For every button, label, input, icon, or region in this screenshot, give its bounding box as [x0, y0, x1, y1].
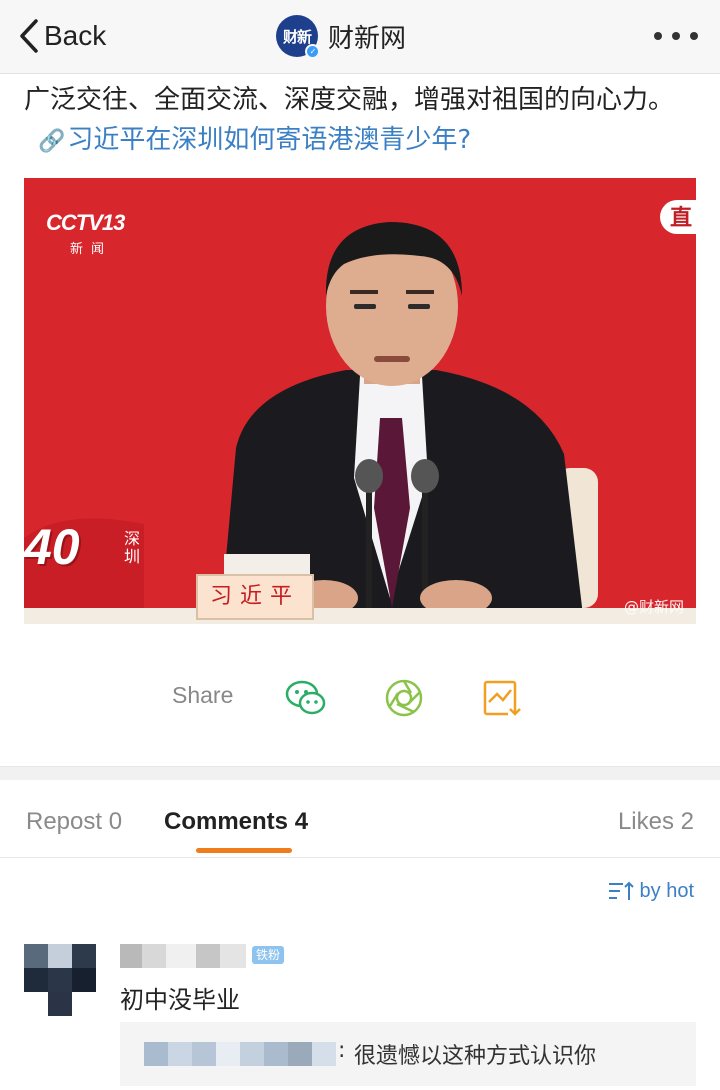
anniversary-number: 40 [24, 519, 80, 575]
navigation-bar: Back 财新 ✓ 财新网 [0, 0, 720, 74]
section-divider [0, 766, 720, 780]
tab-bar: Repost 0 Comments 4 Likes 2 [0, 780, 720, 858]
verified-icon: ✓ [305, 44, 320, 59]
brand-logo: 财新 ✓ [276, 15, 320, 59]
moments-icon[interactable] [382, 676, 426, 720]
name-plate: 习近平 [196, 574, 314, 620]
comment-reply[interactable]: : 很遗憾以这种方式认识你 [120, 1022, 696, 1086]
reply-username-redacted [144, 1042, 340, 1066]
brand-logo-text: 财新 [282, 27, 312, 46]
back-button[interactable]: Back [18, 14, 106, 58]
weibo-watermark: @财新网 [623, 598, 684, 616]
share-label: Share [172, 682, 234, 708]
account-header[interactable]: 财新 ✓ 财新网 [276, 14, 407, 59]
anniversary-logo: 40 深圳 [24, 518, 140, 576]
active-tab-indicator [196, 848, 292, 853]
comment-username-redacted[interactable] [120, 944, 246, 968]
tab-likes[interactable]: Likes 2 [618, 808, 694, 836]
channel-sub-text: 新闻 [70, 242, 113, 257]
tab-comments[interactable]: Comments 4 [164, 808, 308, 836]
link-icon: 🔗 [38, 129, 66, 154]
post-body: 广泛交往、全面交流、深度交融，增强对祖国的向心力。 [24, 85, 675, 115]
channel-logo-text: CCTV13 [46, 210, 125, 235]
post-video[interactable]: CCTV13 新闻 直 40 深圳 习近平 @财新网 [24, 178, 696, 624]
fan-badge: 铁粉 [252, 946, 285, 964]
post-link[interactable]: 习近平在深圳如何寄语港澳青少年? [67, 125, 471, 155]
share-row: Share [0, 672, 720, 722]
anniversary-city: 深圳 [124, 529, 141, 566]
wechat-icon[interactable] [284, 676, 328, 720]
reply-text: 很遗憾以这种方式认识你 [354, 1044, 597, 1069]
back-label: Back [44, 20, 107, 51]
sort-icon [608, 881, 634, 900]
channel-logo: CCTV13 新闻 [46, 210, 125, 257]
reply-colon: : [338, 1038, 346, 1063]
live-badge: 直 [660, 200, 696, 234]
sort-label: by hot [639, 879, 694, 902]
post-text: 广泛交往、全面交流、深度交融，增强对祖国的向心力。 🔗习近平在深圳如何寄语港澳青少… [24, 80, 700, 162]
sort-button[interactable]: by hot [608, 876, 694, 906]
tab-repost[interactable]: Repost 0 [26, 808, 122, 836]
chevron-left-icon [20, 19, 38, 53]
save-image-icon[interactable] [480, 676, 524, 720]
comment-text: 初中没毕业 [120, 986, 240, 1014]
avatar[interactable] [24, 944, 96, 1016]
account-name: 财新网 [328, 23, 407, 54]
more-dots-icon[interactable] [654, 26, 698, 46]
